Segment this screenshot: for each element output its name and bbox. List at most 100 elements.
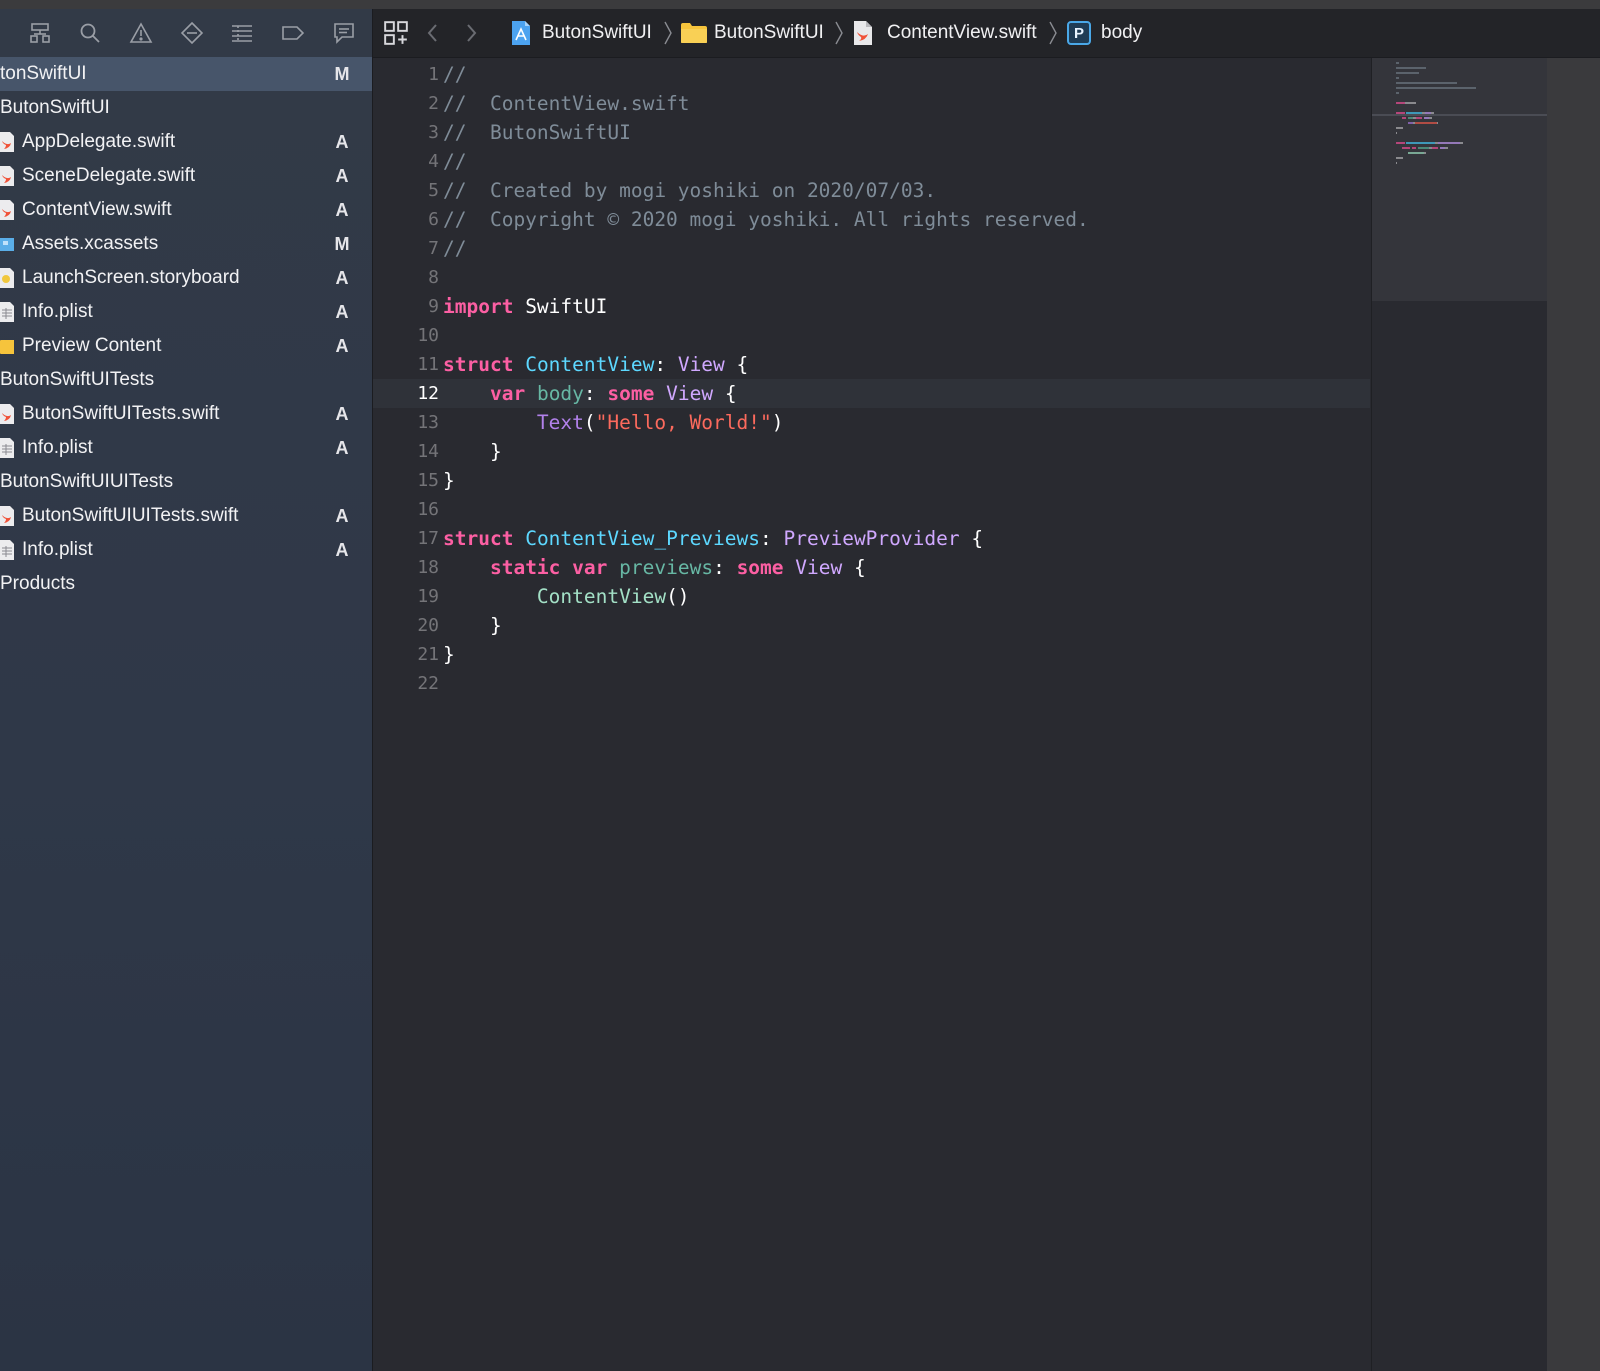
navigator-item[interactable]: AppDelegate.swift A (0, 125, 372, 159)
navigator-item-label: ContentView.swift (22, 199, 172, 220)
navigator-item[interactable]: ButonSwiftUIUITests (0, 465, 372, 499)
minimap-token (1396, 112, 1405, 114)
code-token: ContentView (525, 353, 655, 376)
folder-icon (0, 336, 16, 356)
chevron-right-icon[interactable] (463, 9, 479, 57)
line-number: 6 (428, 209, 439, 230)
minimap-token (1407, 152, 1424, 154)
code-token: } (443, 614, 502, 637)
navigator-item[interactable]: SceneDelegate.swift A (0, 159, 372, 193)
code-token: () (666, 585, 690, 608)
project-icon (512, 21, 530, 45)
navigator-item-label: Assets.xcassets (22, 233, 159, 254)
line-number: 16 (417, 499, 439, 520)
code-token: SwiftUI (513, 295, 608, 318)
navigator-item[interactable]: Info.plist A (0, 295, 372, 329)
code-line: struct ContentView_Previews: PreviewProv… (443, 524, 983, 553)
line-number: 2 (428, 93, 439, 114)
navigator-item-label: LaunchScreen.storyboard (22, 267, 240, 288)
code-token: some (736, 556, 784, 579)
navigator-item[interactable]: ButonSwiftUIUITests.swift A (0, 499, 372, 533)
code-token: // Created by mogi yoshiki on 2020/07/03… (443, 179, 937, 202)
jumpbar-file-label: ContentView.swift (887, 22, 1037, 43)
navigator-item[interactable]: ContentView.swift A (0, 193, 372, 227)
minimap[interactable] (1371, 58, 1548, 1371)
code-line: } (443, 611, 502, 640)
minimap-token (1445, 147, 1449, 149)
line-number: 18 (417, 557, 439, 578)
plist-icon (0, 540, 14, 560)
minimap-token (1396, 92, 1399, 94)
minimap-token (1396, 82, 1457, 84)
hierarchy-icon[interactable] (26, 19, 54, 47)
navigator-item[interactable]: LaunchScreen.storyboard A (0, 261, 372, 295)
source-editor[interactable]: 1 2 3 4 5 6 7 8 9 10 11 12 13 14 15 16 17 18 19 20 21 22 ////… (373, 58, 1370, 1371)
navigator-item-label: ButonSwiftUITests (0, 369, 155, 390)
source-control-status: A (335, 505, 349, 526)
search-icon[interactable] (76, 19, 104, 47)
code-line: // (443, 60, 466, 89)
navigator-item[interactable]: ButonSwiftUITests (0, 363, 372, 397)
chevron-left-icon[interactable] (425, 9, 441, 57)
navigator-item-label: tonSwiftUI (0, 63, 87, 84)
code-token: static (489, 556, 561, 579)
breakpoint-icon[interactable] (178, 19, 206, 47)
code-token: { (713, 382, 737, 405)
line-number: 12 (417, 383, 439, 404)
list-icon[interactable] (228, 19, 256, 47)
jumpbar-group[interactable]: ButonSwiftUI (680, 9, 824, 57)
code-line: // Copyright © 2020 mogi yoshiki. All ri… (443, 205, 1089, 234)
asset-catalog-icon (0, 234, 14, 254)
jumpbar-symbol[interactable]: P body (1067, 9, 1142, 57)
code-token: // ContentView.swift (443, 92, 690, 115)
navigator-item-label: SceneDelegate.swift (22, 165, 196, 186)
code-token: var (489, 382, 526, 405)
navigator-item-label: ButonSwiftUI (0, 97, 110, 118)
line-number: 19 (417, 586, 439, 607)
minimap-token (1436, 122, 1439, 124)
jump-bar: ButonSwiftUI ButonSwiftUI ContentView.sw… (373, 9, 1600, 58)
breadcrumb-separator-icon (1049, 21, 1057, 45)
navigator-item[interactable]: tonSwiftUI M (0, 57, 372, 91)
comment-icon[interactable] (330, 19, 358, 47)
code-token: } (443, 440, 502, 463)
code-token: ContentView_Previews (525, 527, 761, 550)
breadcrumb-separator-icon (664, 21, 672, 45)
swift-file-icon (0, 200, 14, 220)
line-number: 1 (428, 64, 439, 85)
navigator-item[interactable]: Products (0, 567, 372, 601)
navigator-item[interactable]: Info.plist A (0, 431, 372, 465)
source-control-status: M (334, 63, 350, 84)
navigator-item[interactable]: Preview Content A (0, 329, 372, 363)
source-control-status: A (335, 403, 349, 424)
tag-icon[interactable] (279, 19, 307, 47)
related-items-icon[interactable] (383, 9, 409, 57)
navigator-item[interactable]: Assets.xcassets M (0, 227, 372, 261)
code-line: } (443, 466, 455, 495)
code-token: View (677, 353, 725, 376)
navigator-item[interactable]: ButonSwiftUI (0, 91, 372, 125)
warning-icon[interactable] (127, 19, 155, 47)
code-line: ContentView() (443, 582, 690, 611)
line-number: 10 (417, 325, 439, 346)
minimap-token (1423, 152, 1427, 154)
line-number: 4 (428, 151, 439, 172)
navigator-toolbar (0, 9, 372, 58)
minimap-visible-region[interactable] (1372, 58, 1548, 301)
minimap-token (1417, 147, 1430, 149)
navigator-item[interactable]: Info.plist A (0, 533, 372, 567)
minimap-token (1396, 142, 1405, 144)
code-token: View (795, 556, 843, 579)
code-line: var body: some View { (443, 379, 737, 408)
jumpbar-file[interactable]: ContentView.swift (853, 9, 1037, 57)
navigator-item[interactable]: ButonSwiftUITests.swift A (0, 397, 372, 431)
line-number: 15 (417, 470, 439, 491)
line-number: 17 (417, 528, 439, 549)
navigator-item-label: ButonSwiftUITests.swift (22, 403, 220, 424)
code-token: struct (443, 527, 514, 550)
jumpbar-project[interactable]: ButonSwiftUI (510, 9, 652, 57)
line-number: 3 (428, 122, 439, 143)
